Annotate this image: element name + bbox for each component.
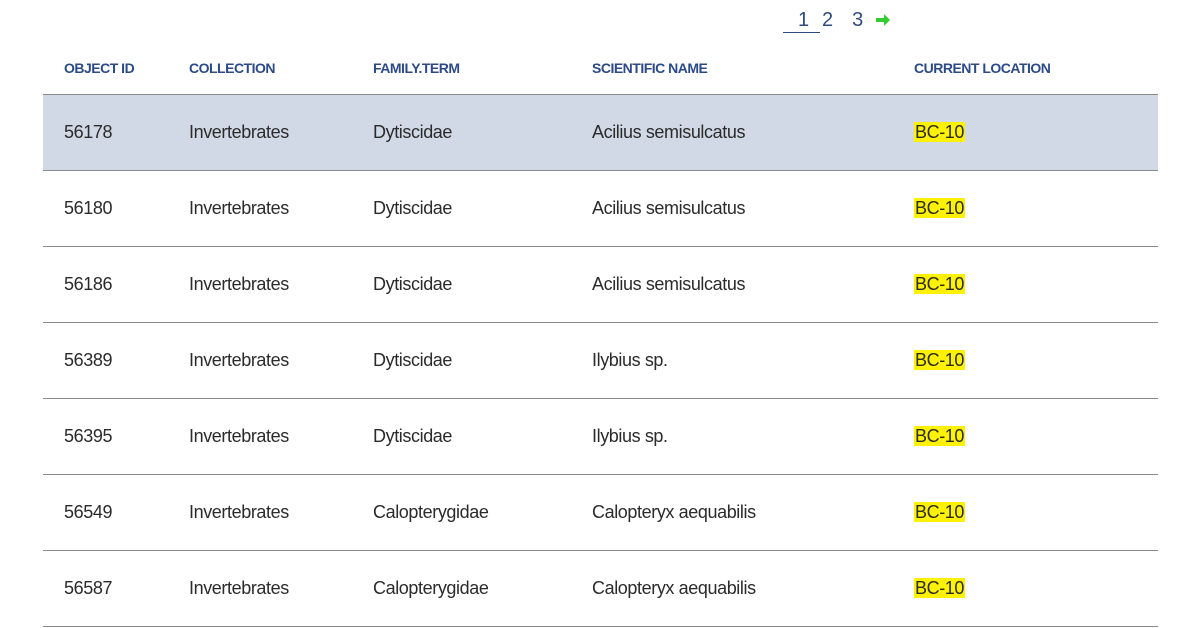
collection-results-page: 1 2 3 OBJECT ID COLLECTION FAMILY.TERM S… bbox=[0, 0, 1200, 628]
cell-current-location: BC-10 bbox=[914, 550, 1158, 626]
cell-family-term: Dytiscidae bbox=[373, 197, 453, 218]
cell-collection: Invertebrates bbox=[189, 349, 289, 370]
location-badge: BC-10 bbox=[914, 273, 966, 294]
cell-current-location: BC-10 bbox=[914, 246, 1158, 322]
location-badge: BC-10 bbox=[914, 197, 966, 218]
header-scientific-name[interactable]: SCIENTIFIC NAME bbox=[592, 43, 914, 94]
cell-object-id: 56587 bbox=[64, 577, 113, 598]
cell-family-term: Dytiscidae bbox=[373, 121, 453, 142]
cell-current-location: BC-10 bbox=[914, 398, 1158, 474]
location-badge: BC-10 bbox=[914, 501, 966, 522]
cell-object-id: 56395 bbox=[64, 425, 113, 446]
table-header-row: OBJECT ID COLLECTION FAMILY.TERM SCIENTI… bbox=[43, 43, 1158, 94]
location-badge: BC-10 bbox=[914, 425, 966, 446]
table-row[interactable]: 56395 Invertebrates Dytiscidae Ilybius sp. B… bbox=[43, 398, 1158, 474]
cell-object-id: 56186 bbox=[64, 273, 113, 294]
cell-object-id: 56180 bbox=[64, 197, 113, 218]
table-row[interactable]: 56180 Invertebrates Dytiscidae Acilius semi… bbox=[43, 170, 1158, 246]
cell-collection: Invertebrates bbox=[189, 501, 289, 522]
table-row[interactable]: 56178 Invertebrates Dytiscidae Acilius semi… bbox=[43, 94, 1158, 170]
cell-family-term: Dytiscidae bbox=[373, 425, 453, 446]
table-body: 56178 Invertebrates Dytiscidae Acilius semi… bbox=[43, 94, 1158, 626]
cell-scientific-name: Acilius semisulcatus bbox=[592, 273, 746, 294]
cell-collection: Invertebrates bbox=[189, 577, 289, 598]
cell-collection: Invertebrates bbox=[189, 121, 289, 142]
results-table-container: OBJECT ID COLLECTION FAMILY.TERM SCIENTI… bbox=[43, 43, 1158, 627]
location-badge: BC-10 bbox=[914, 577, 966, 598]
cell-scientific-name: Ilybius sp. bbox=[592, 425, 668, 446]
cell-collection: Invertebrates bbox=[189, 425, 289, 446]
table-row[interactable]: 56186 Invertebrates Dytiscidae Acilius semi… bbox=[43, 246, 1158, 322]
cell-family-term: Dytiscidae bbox=[373, 273, 453, 294]
page-link-2[interactable]: 2 bbox=[822, 8, 833, 32]
cell-collection: Invertebrates bbox=[189, 197, 289, 218]
location-badge: BC-10 bbox=[914, 121, 966, 142]
arrow-right-icon[interactable] bbox=[875, 13, 891, 27]
cell-family-term: Calopterygidae bbox=[373, 577, 489, 598]
page-link-3[interactable]: 3 bbox=[852, 8, 863, 32]
location-badge: BC-10 bbox=[914, 349, 966, 370]
header-current-location[interactable]: CURRENT LOCATION bbox=[914, 43, 1158, 94]
pagination: 1 2 3 bbox=[783, 6, 891, 34]
cell-current-location: BC-10 bbox=[914, 474, 1158, 550]
header-collection[interactable]: COLLECTION bbox=[189, 43, 373, 94]
cell-current-location: BC-10 bbox=[914, 322, 1158, 398]
table-row[interactable]: 56389 Invertebrates Dytiscidae Ilybius sp. B… bbox=[43, 322, 1158, 398]
cell-current-location: BC-10 bbox=[914, 170, 1158, 246]
cell-scientific-name: Acilius semisulcatus bbox=[592, 197, 746, 218]
header-family-term[interactable]: FAMILY.TERM bbox=[373, 43, 592, 94]
cell-current-location: BC-10 bbox=[914, 94, 1158, 170]
cell-family-term: Calopterygidae bbox=[373, 501, 489, 522]
cell-scientific-name: Acilius semisulcatus bbox=[592, 121, 746, 142]
page-link-1[interactable]: 1 bbox=[783, 8, 820, 33]
cell-collection: Invertebrates bbox=[189, 273, 289, 294]
cell-family-term: Dytiscidae bbox=[373, 349, 453, 370]
cell-scientific-name: Calopteryx aequabilis bbox=[592, 501, 756, 522]
table-row[interactable]: 56587 Invertebrates Calopterygidae Calopter… bbox=[43, 550, 1158, 626]
cell-object-id: 56549 bbox=[64, 501, 113, 522]
cell-object-id: 56389 bbox=[64, 349, 113, 370]
cell-scientific-name: Ilybius sp. bbox=[592, 349, 668, 370]
header-object-id[interactable]: OBJECT ID bbox=[43, 43, 189, 94]
table-row[interactable]: 56549 Invertebrates Calopterygidae Calopter… bbox=[43, 474, 1158, 550]
cell-object-id: 56178 bbox=[64, 121, 113, 142]
results-table: OBJECT ID COLLECTION FAMILY.TERM SCIENTI… bbox=[43, 43, 1158, 627]
cell-scientific-name: Calopteryx aequabilis bbox=[592, 577, 756, 598]
